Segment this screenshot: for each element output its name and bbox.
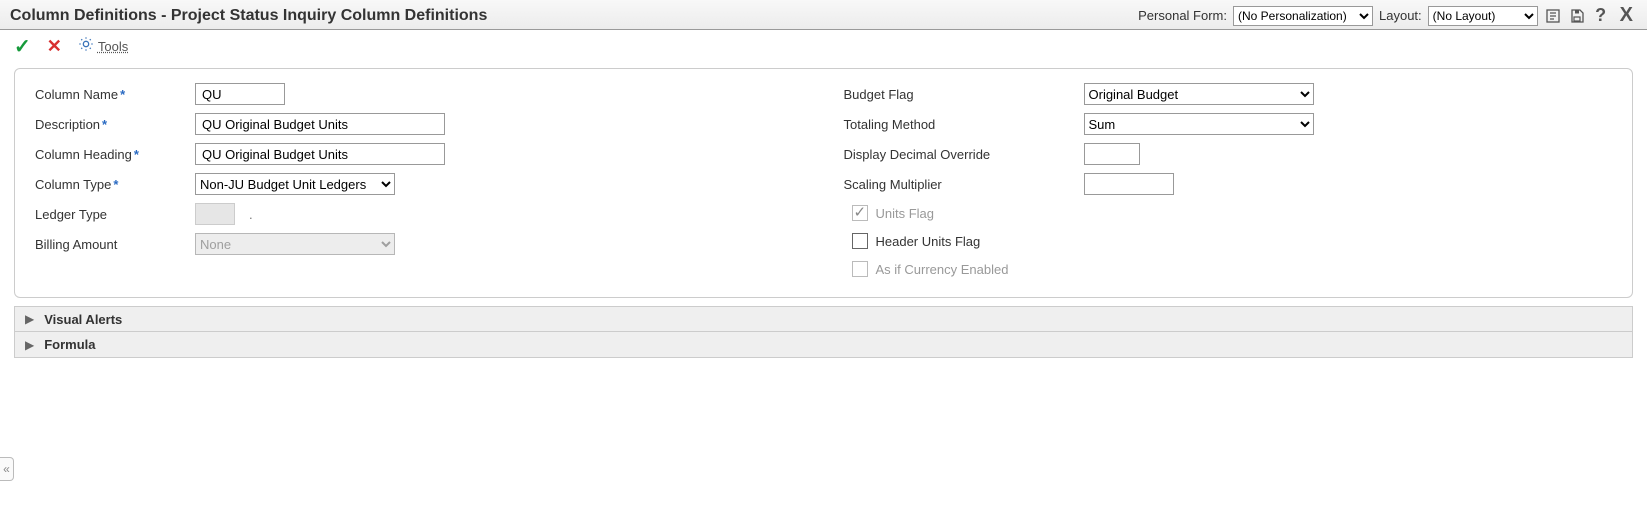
display-decimal-override-label: Display Decimal Override: [844, 147, 991, 162]
header-units-flag-label: Header Units Flag: [876, 234, 981, 249]
layout-label: Layout:: [1379, 8, 1422, 23]
ledger-type-dot: .: [245, 207, 253, 222]
panel-expand-handle[interactable]: «: [0, 457, 14, 481]
chevron-right-icon: ▶: [25, 338, 34, 352]
personal-form-select[interactable]: (No Personalization): [1233, 6, 1373, 26]
description-input[interactable]: [195, 113, 445, 135]
tools-label: Tools: [98, 39, 128, 54]
description-label: Description: [35, 117, 100, 132]
billing-amount-label: Billing Amount: [35, 237, 117, 252]
ledger-type-input: [195, 203, 235, 225]
totaling-method-select[interactable]: Sum: [1084, 113, 1314, 135]
ok-icon[interactable]: ✓: [14, 34, 31, 59]
close-icon[interactable]: X: [1616, 4, 1637, 27]
section-visual-alerts[interactable]: ▶ Visual Alerts: [14, 306, 1633, 332]
export-icon[interactable]: [1544, 7, 1562, 25]
budget-flag-select[interactable]: Original Budget: [1084, 83, 1314, 105]
billing-amount-select: None: [195, 233, 395, 255]
gear-icon: [78, 36, 94, 56]
totaling-method-label: Totaling Method: [844, 117, 936, 132]
column-name-label: Column Name: [35, 87, 118, 102]
personal-form-label: Personal Form:: [1138, 8, 1227, 23]
scaling-multiplier-input[interactable]: [1084, 173, 1174, 195]
chevron-right-icon: ▶: [25, 312, 34, 326]
title-bar: Column Definitions - Project Status Inqu…: [0, 0, 1647, 30]
scaling-multiplier-label: Scaling Multiplier: [844, 177, 942, 192]
budget-flag-label: Budget Flag: [844, 87, 914, 102]
column-heading-input[interactable]: [195, 143, 445, 165]
as-if-currency-label: As if Currency Enabled: [876, 262, 1009, 277]
ledger-type-label: Ledger Type: [35, 207, 107, 222]
column-type-select[interactable]: Non-JU Budget Unit Ledgers: [195, 173, 395, 195]
column-type-label: Column Type: [35, 177, 111, 192]
units-flag-checkbox: [852, 205, 868, 221]
section-formula[interactable]: ▶ Formula: [14, 332, 1633, 358]
tools-menu[interactable]: Tools: [78, 36, 128, 56]
save-icon[interactable]: [1568, 7, 1586, 25]
cancel-icon[interactable]: ✕: [47, 36, 62, 57]
form-right-column: Budget Flag Original Budget Totaling Met…: [844, 79, 1613, 283]
header-units-flag-checkbox[interactable]: [852, 233, 868, 249]
form-left-column: Column Name* Description* Column Heading…: [35, 79, 804, 283]
column-heading-label: Column Heading: [35, 147, 132, 162]
units-flag-label: Units Flag: [876, 206, 935, 221]
form-panel: Column Name* Description* Column Heading…: [14, 68, 1633, 298]
column-name-input[interactable]: [195, 83, 285, 105]
page-title: Column Definitions - Project Status Inqu…: [10, 7, 487, 25]
layout-select[interactable]: (No Layout): [1428, 6, 1538, 26]
as-if-currency-checkbox: [852, 261, 868, 277]
help-icon[interactable]: ?: [1592, 7, 1610, 25]
display-decimal-override-input[interactable]: [1084, 143, 1140, 165]
toolbar: ✓ ✕ Tools: [0, 30, 1647, 62]
visual-alerts-title: Visual Alerts: [44, 312, 122, 327]
formula-title: Formula: [44, 337, 95, 352]
